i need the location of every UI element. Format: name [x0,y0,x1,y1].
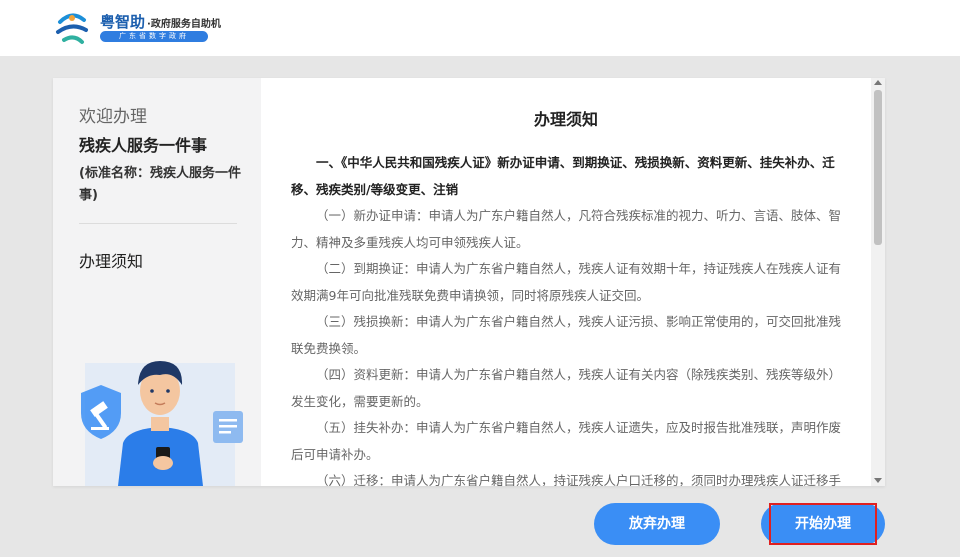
notice-paragraph: （三）残损换新：申请人为广东省户籍自然人，残疾人证污损、影响正常使用的，可交回批… [291,314,842,356]
notice-card: 欢迎办理 残疾人服务一件事 (标准名称：残疾人服务一件事) 办理须知 办理须知 … [53,78,885,486]
content-scrollbar[interactable] [871,78,885,486]
start-button[interactable]: 开始办理 [761,503,885,545]
notice-heading: 一、《中华人民共和国残疾人证》新办证申请、到期换证、残损换新、资料更新、挂失补办… [291,155,835,197]
app-name: 粤智助 [100,13,146,31]
illustration [81,361,243,486]
notice-paragraph: （五）挂失补办：申请人为广东省户籍自然人，残疾人证遗失，应及时报告批准残联，声明… [291,420,842,462]
sidebar-standard-name: (标准名称：残疾人服务一件事) [79,166,241,203]
content-body: 一、《中华人民共和国残疾人证》新办证申请、到期换证、残损换新、资料更新、挂失补办… [291,150,847,486]
org-strip: 广东省数字政府 [100,31,208,42]
sidebar-service-name: 残疾人服务一件事 [79,136,208,155]
content-title: 办理须知 [533,110,598,129]
notice-paragraph: （二）到期换证：申请人为广东省户籍自然人，残疾人证有效期十年，持证残疾人在残疾人… [291,261,842,303]
sidebar-welcome: 欢迎办理 [79,107,147,127]
document-icon [213,411,243,443]
app-subtitle: ·政府服务自助机 [147,19,221,30]
scroll-thumb[interactable] [874,90,882,245]
abandon-button[interactable]: 放弃办理 [594,503,720,545]
top-bar: 粤智助 ·政府服务自助机 广东省数字政府 [0,0,960,56]
sidebar: 欢迎办理 残疾人服务一件事 (标准名称：残疾人服务一件事) 办理须知 [53,78,261,486]
notice-paragraph: （四）资料更新：申请人为广东省户籍自然人，残疾人证有关内容（除残疾类别、残疾等级… [291,367,842,409]
scroll-down-arrow-icon[interactable] [874,478,882,483]
sidebar-current-step: 办理须知 [79,252,144,271]
notice-paragraph: （一）新办证申请：申请人为广东户籍自然人，凡符合残疾标准的视力、听力、言语、肢体… [291,208,842,250]
sidebar-divider [79,223,237,224]
brand-title: 粤智助 ·政府服务自助机 [100,11,221,32]
notice-paragraph: （六）迁移：申请人为广东省户籍自然人，持证残疾人户口迁移的，须同时办理残疾人证迁… [316,473,842,486]
scroll-up-arrow-icon[interactable] [874,80,882,85]
notice-content: 办理须知 一、《中华人民共和国残疾人证》新办证申请、到期换证、残损换新、资料更新… [261,78,871,486]
yue-logo-icon [56,13,88,44]
